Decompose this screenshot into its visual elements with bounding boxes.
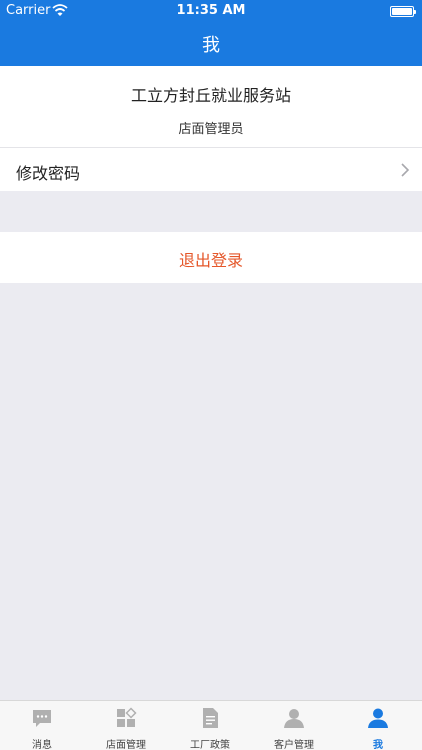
customers-icon: [284, 709, 304, 728]
chevron-right-icon: [401, 163, 410, 177]
tab-bar: 消息 店面管理 工厂政策 客户管理 我: [0, 700, 422, 750]
logout-button[interactable]: 退出登录: [0, 232, 422, 283]
tab-messages[interactable]: 消息: [0, 701, 84, 750]
tab-label: 工厂政策: [190, 740, 230, 750]
battery-icon: [390, 6, 416, 17]
tab-store-management[interactable]: 店面管理: [84, 701, 168, 750]
tab-label: 店面管理: [106, 740, 146, 750]
tab-label: 我: [373, 740, 383, 750]
profile-card: 工立方封丘就业服务站 店面管理员: [0, 66, 422, 148]
page-title: 我: [202, 35, 220, 56]
top-bar: Carrier 11:35 AM 我: [0, 0, 422, 66]
status-bar: Carrier 11:35 AM: [0, 0, 422, 22]
change-password-row[interactable]: 修改密码: [0, 148, 422, 191]
person-icon: [368, 708, 388, 728]
store-icon: [117, 707, 137, 727]
tab-label: 消息: [32, 740, 52, 750]
tab-label: 客户管理: [274, 740, 314, 750]
station-name: 工立方封丘就业服务站: [130, 86, 291, 105]
user-role: 店面管理员: [178, 122, 244, 137]
document-icon: [203, 708, 218, 728]
logout-label: 退出登录: [178, 251, 243, 270]
tab-me[interactable]: 我: [336, 701, 420, 750]
change-password-label: 修改密码: [16, 164, 81, 183]
clock: 11:35 AM: [176, 3, 246, 18]
tab-factory-policy[interactable]: 工厂政策: [168, 701, 252, 750]
message-icon: [33, 710, 51, 727]
tab-customer-management[interactable]: 客户管理: [252, 701, 336, 750]
